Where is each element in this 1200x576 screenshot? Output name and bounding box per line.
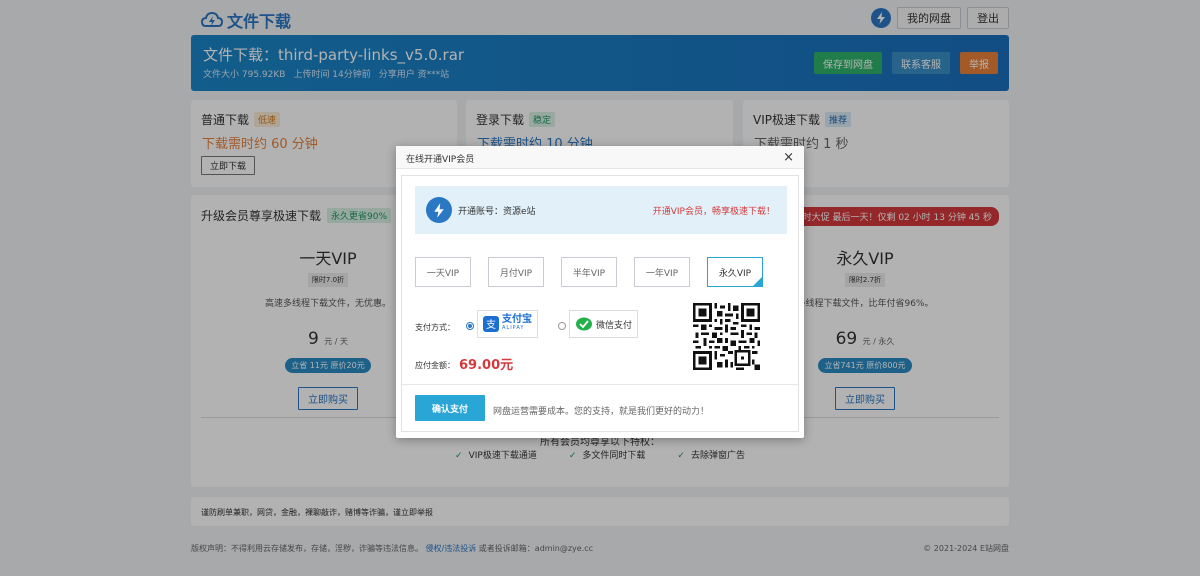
modal-header: 在线开通VIP会员 × (396, 146, 804, 169)
plan-option-halfyear[interactable]: 半年VIP (561, 257, 617, 287)
plan-option-year[interactable]: 一年VIP (634, 257, 690, 287)
plan-options: 一天VIP 月付VIP 半年VIP 一年VIP 永久VIP (415, 257, 763, 287)
modal-body: 开通账号：资源e站 开通VIP会员，畅享极速下载！ 一天VIP 月付VIP 半年… (401, 175, 799, 432)
plan-option-month[interactable]: 月付VIP (488, 257, 544, 287)
alipay-label: 支付宝 (502, 314, 532, 325)
vip-purchase-modal: 在线开通VIP会员 × 开通账号：资源e站 开通VIP会员，畅享极速下载！ 一天… (396, 146, 804, 438)
alipay-radio[interactable] (466, 322, 474, 330)
confirm-payment-button[interactable]: 确认支付 (415, 395, 485, 421)
alipay-icon: 支 (483, 316, 499, 332)
amount-value: 69.00元 (459, 358, 514, 373)
bolt-icon (426, 197, 452, 223)
amount-label: 应付金额： (415, 361, 455, 370)
svg-text:支: 支 (486, 319, 496, 331)
modal-title: 在线开通VIP会员 (406, 155, 475, 165)
wechat-radio[interactable] (558, 322, 566, 330)
wechat-label: 微信支付 (596, 320, 633, 331)
account-cta: 开通VIP会员，畅享极速下载！ (652, 207, 775, 217)
support-message: 网盘运营需要成本。您的支持，就是我们更好的动力！ (493, 407, 710, 417)
plan-option-label: 永久VIP (718, 268, 752, 279)
divider (402, 384, 798, 385)
account-label: 开通账号：资源e站 (458, 207, 536, 217)
wechat-option[interactable]: 微信支付 (569, 310, 639, 338)
payment-qr-code (693, 303, 760, 370)
pay-method-label: 支付方式： (415, 323, 455, 332)
selected-corner-icon (753, 277, 762, 286)
alipay-option[interactable]: 支 支付宝 ALIPAY (477, 310, 538, 338)
account-strip: 开通账号：资源e站 开通VIP会员，畅享极速下载！ (415, 186, 787, 234)
alipay-sub-label: ALIPAY (502, 325, 525, 331)
plan-option-day[interactable]: 一天VIP (415, 257, 471, 287)
plan-option-lifetime[interactable]: 永久VIP (707, 257, 763, 287)
close-icon[interactable]: × (783, 150, 794, 165)
wechat-icon (576, 317, 592, 331)
